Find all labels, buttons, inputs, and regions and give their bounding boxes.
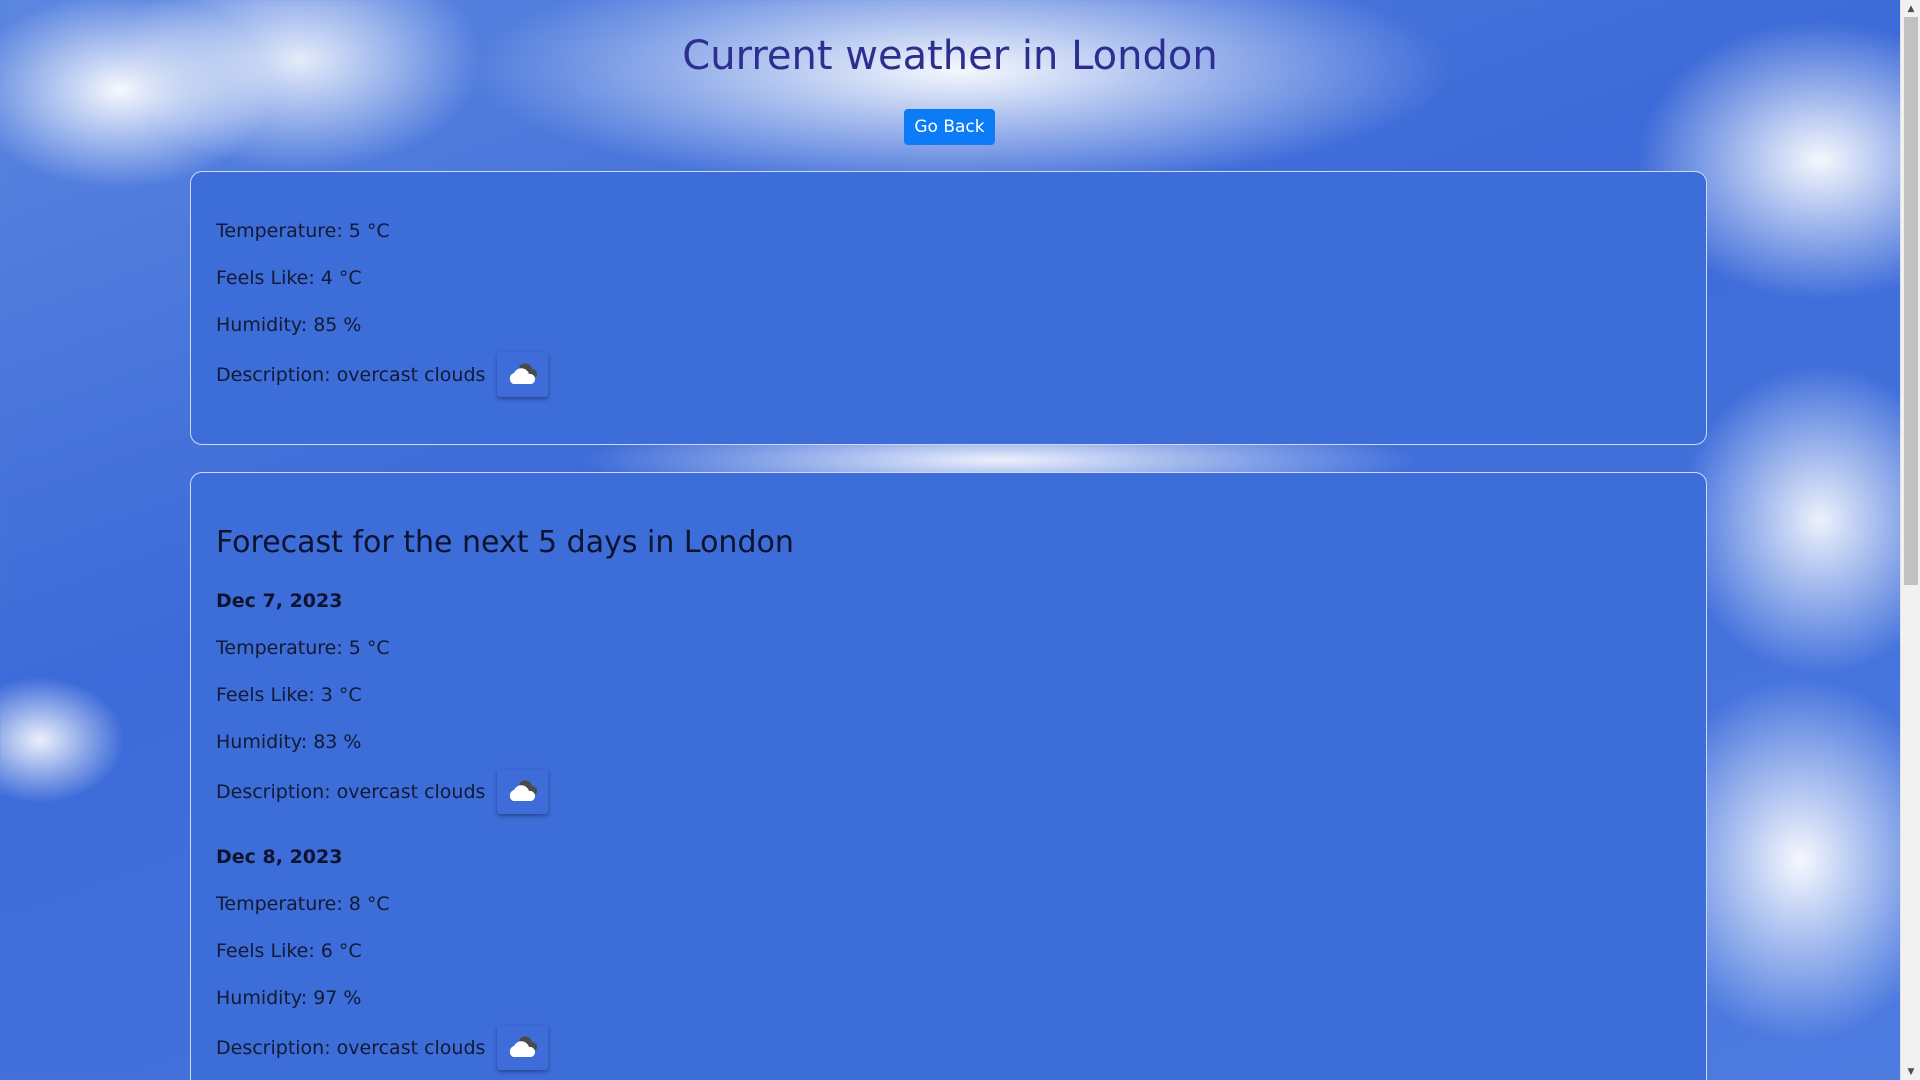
forecast-temperature: Temperature: 5 °C (216, 637, 390, 659)
current-weather-card: Temperature: 5 °C Feels Like: 4 °C Humid… (190, 171, 1707, 445)
current-humidity: Humidity: 85 % (216, 314, 362, 336)
vertical-scrollbar[interactable]: ▲ ▼ (1900, 0, 1920, 1080)
forecast-feels-like: Feels Like: 6 °C (216, 940, 362, 962)
page-title: Current weather in London (682, 33, 1218, 79)
forecast-date: Dec 8, 2023 (216, 846, 343, 868)
current-description-row: Description: overcast clouds (216, 352, 549, 397)
cloud-icon (497, 769, 549, 814)
forecast-description-row: Description: overcast clouds (216, 769, 549, 814)
forecast-temperature: Temperature: 8 °C (216, 893, 390, 915)
forecast-date: Dec 7, 2023 (216, 590, 343, 612)
forecast-description: Description: overcast clouds (216, 780, 486, 803)
cloud-icon (497, 352, 549, 397)
forecast-title: Forecast for the next 5 days in London (216, 525, 794, 560)
go-back-button[interactable]: Go Back (904, 109, 995, 145)
forecast-card: Forecast for the next 5 days in London D… (190, 472, 1707, 1080)
forecast-humidity: Humidity: 83 % (216, 731, 362, 753)
cloud-icon (497, 1025, 549, 1070)
current-feels-like: Feels Like: 4 °C (216, 267, 362, 289)
forecast-humidity: Humidity: 97 % (216, 987, 362, 1009)
scroll-up-arrow-icon[interactable]: ▲ (1901, 0, 1920, 17)
scrollbar-thumb[interactable] (1904, 17, 1918, 585)
page: Current weather in London Go Back Temper… (0, 0, 1900, 1080)
forecast-description-row: Description: overcast clouds (216, 1025, 549, 1070)
scroll-down-arrow-icon[interactable]: ▼ (1901, 1063, 1920, 1080)
forecast-feels-like: Feels Like: 3 °C (216, 684, 362, 706)
forecast-description: Description: overcast clouds (216, 1036, 486, 1059)
current-description: Description: overcast clouds (216, 363, 486, 386)
current-temperature: Temperature: 5 °C (216, 220, 390, 242)
